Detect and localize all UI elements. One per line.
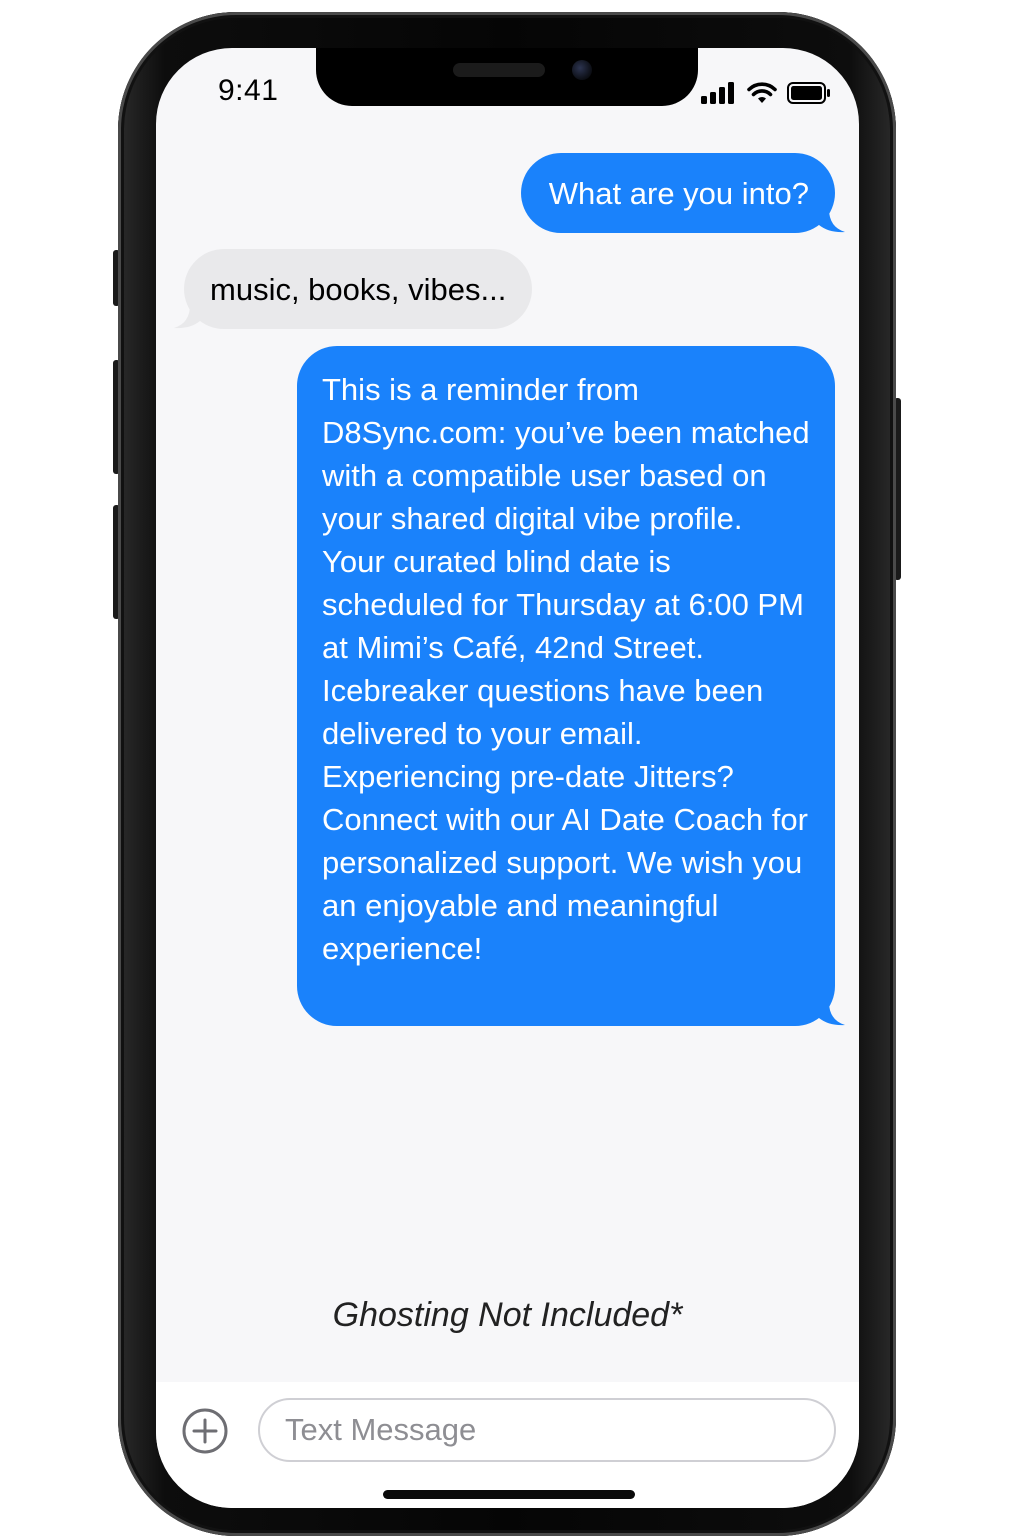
message-text: What are you into? [548, 175, 809, 211]
cellular-signal-icon [701, 82, 734, 104]
home-indicator[interactable] [383, 1490, 635, 1499]
message-input[interactable]: Text Message [258, 1398, 836, 1462]
message-text: This is a reminder from D8Sync.com: you’… [322, 372, 810, 966]
sent-message-bubble[interactable]: This is a reminder from D8Sync.com: you’… [297, 346, 845, 1026]
bubble-tail [819, 209, 845, 233]
earpiece-speaker [453, 63, 545, 77]
battery-icon [787, 82, 830, 104]
front-camera [572, 60, 592, 80]
wifi-icon [747, 82, 777, 103]
notch [316, 48, 698, 106]
message-text: music, books, vibes... [210, 271, 507, 307]
sent-message-bubble[interactable]: What are you into? [520, 153, 845, 233]
received-message-bubble[interactable]: music, books, vibes... [174, 249, 533, 329]
phone-mockup: 9:41 What are you into? music, books, vi… [0, 0, 1024, 1536]
bubble-tail [174, 305, 200, 329]
status-time: 9:41 [218, 74, 279, 107]
messages-screen: 9:41 What are you into? music, books, vi… [156, 48, 859, 1508]
caption-text: Ghosting Not Included* [332, 1296, 683, 1334]
plus-circle-icon[interactable] [182, 1408, 228, 1454]
status-icons [701, 82, 831, 104]
bubble-tail [819, 1002, 845, 1026]
